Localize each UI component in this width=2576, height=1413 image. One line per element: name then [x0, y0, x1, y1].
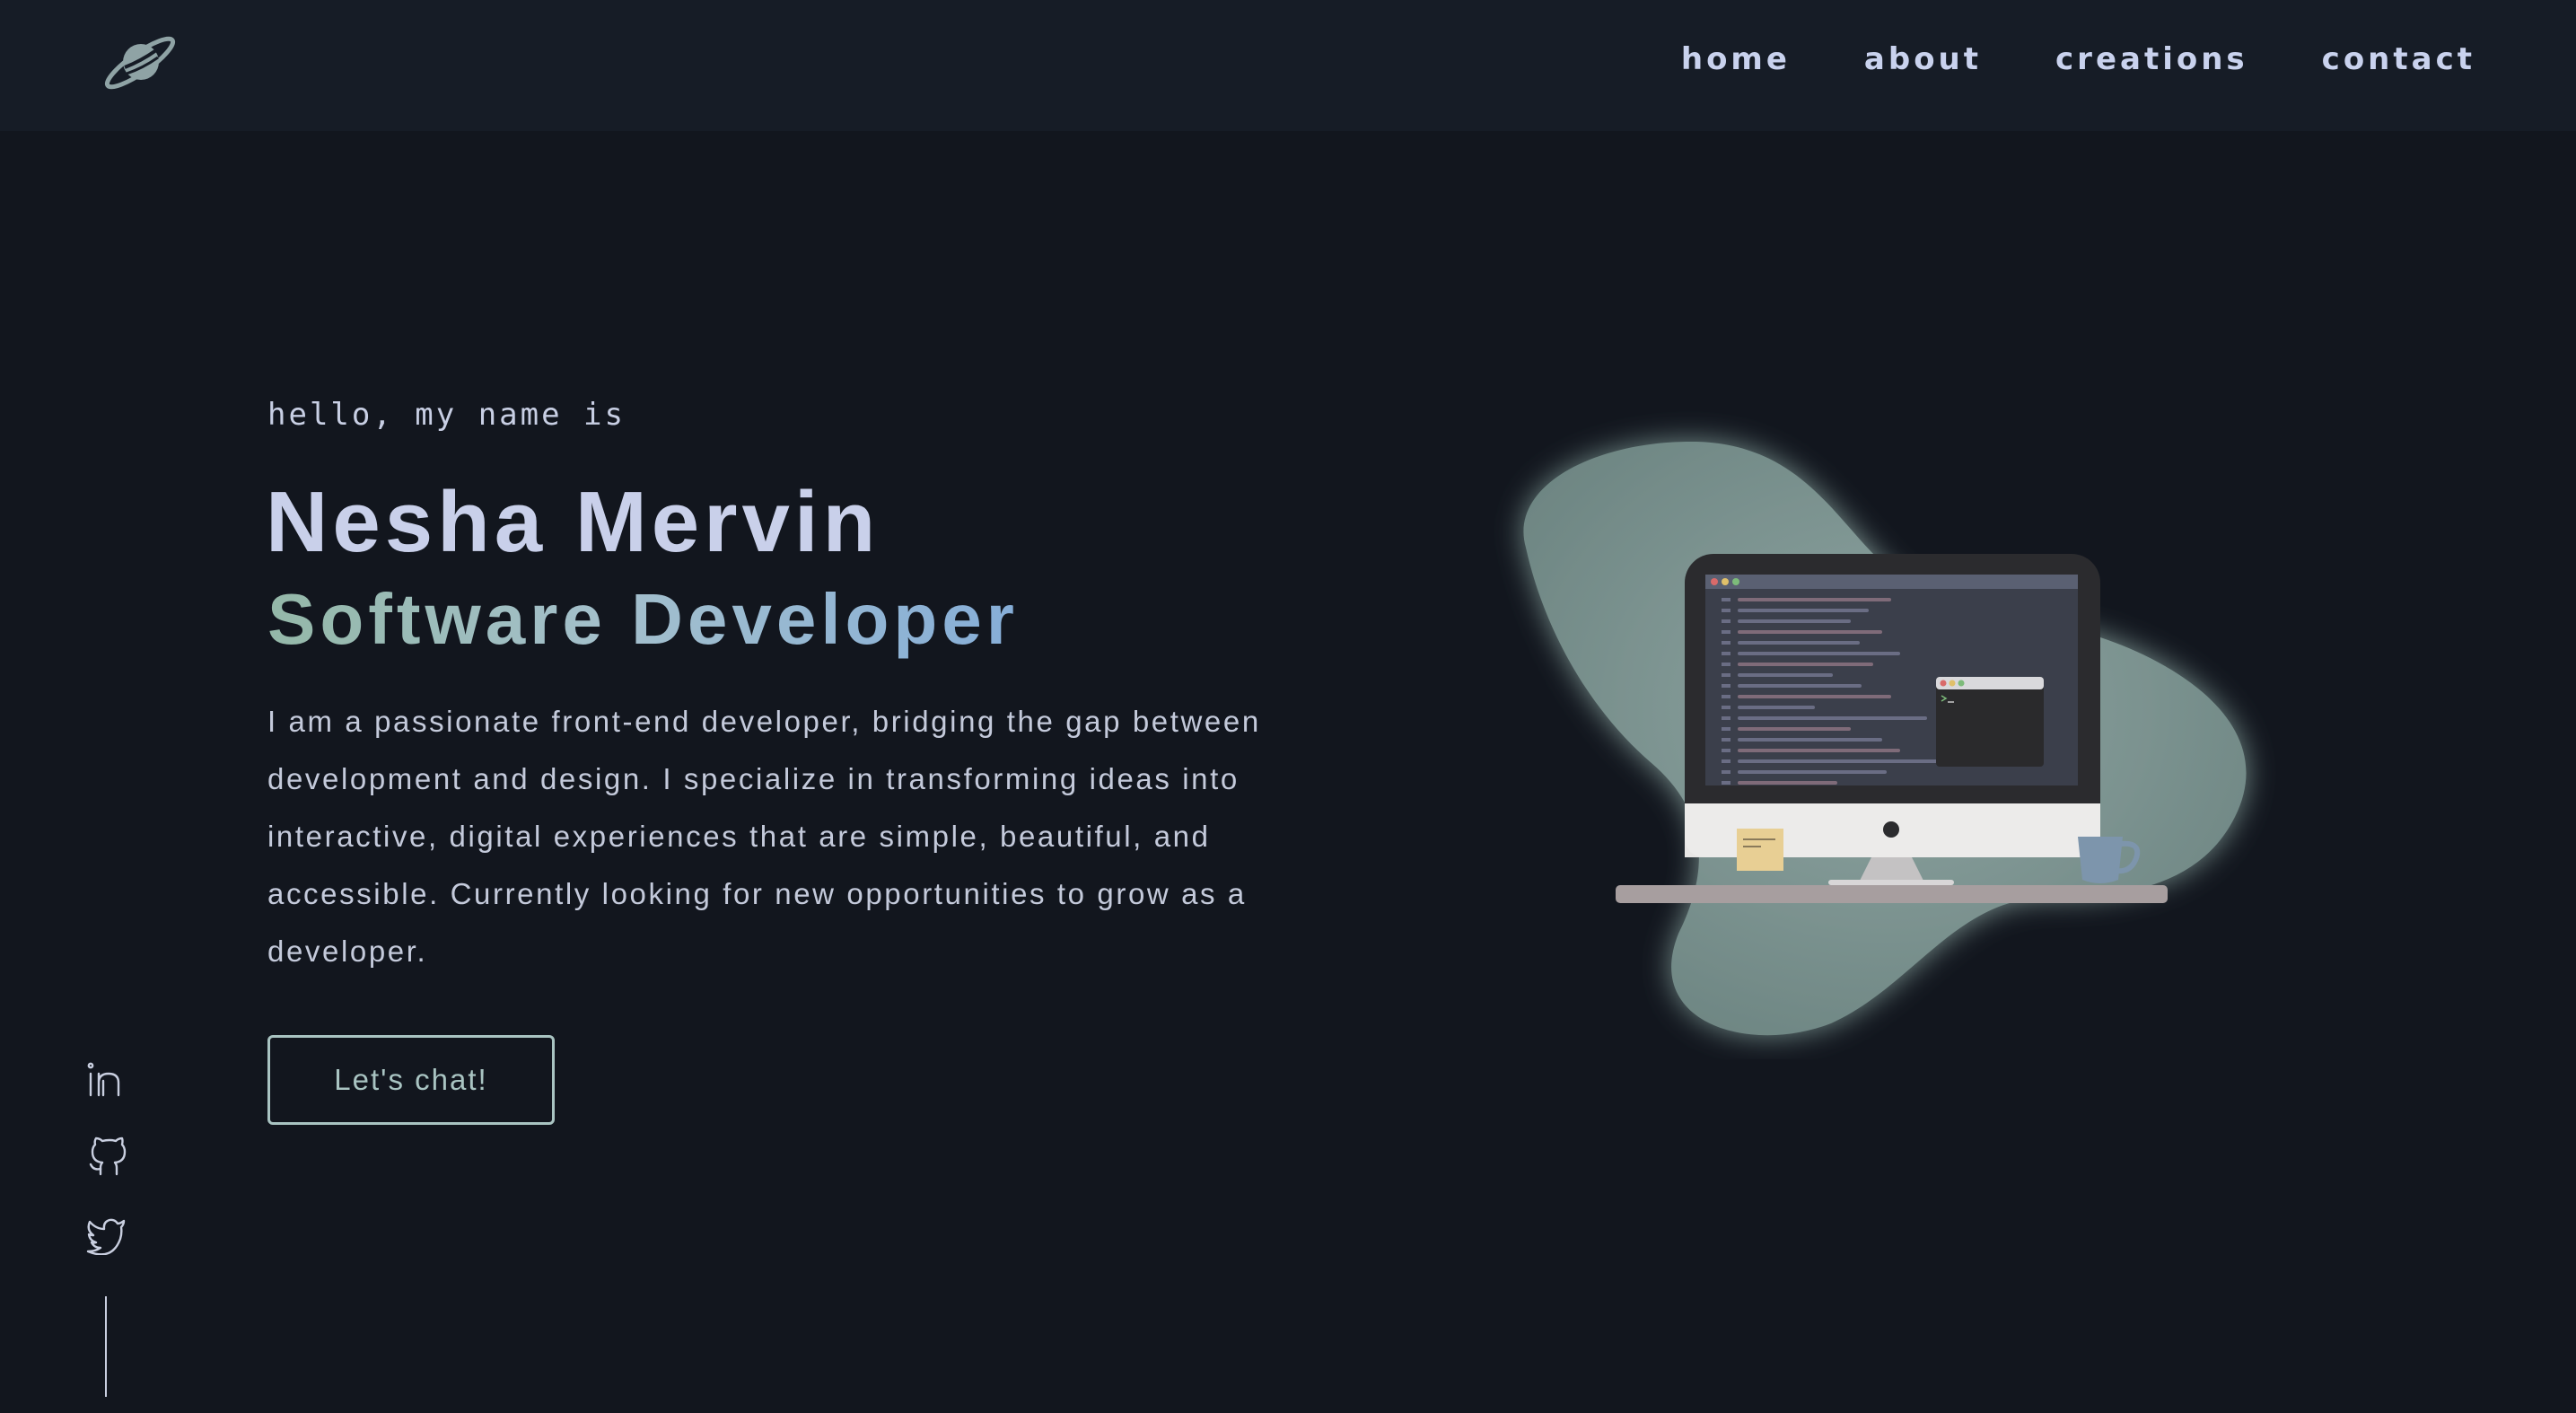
hero-bio: I am a passionate front-end developer, b…: [267, 705, 1261, 968]
social-divider-line: [105, 1296, 107, 1397]
lets-chat-button[interactable]: Let's chat!: [267, 1035, 555, 1125]
main-nav: home about creations contact: [1681, 0, 2475, 118]
hero-name: Nesha Mervin: [266, 474, 881, 570]
planet-logo-icon[interactable]: [101, 31, 181, 93]
github-icon[interactable]: [85, 1137, 127, 1178]
social-links: [84, 1059, 127, 1256]
nav-home[interactable]: home: [1681, 41, 1791, 77]
top-navigation-bar: home about creations contact: [0, 0, 2576, 131]
linkedin-icon[interactable]: [85, 1059, 127, 1101]
desktop-computer-illustration: [1490, 395, 2298, 1059]
nav-contact[interactable]: contact: [2322, 41, 2475, 77]
nav-about[interactable]: about: [1864, 41, 1982, 77]
hero-role: Software Developer: [267, 575, 1019, 664]
twitter-icon[interactable]: [85, 1214, 127, 1256]
nav-creations[interactable]: creations: [2055, 41, 2248, 77]
hero-greeting: hello, my name is: [267, 397, 626, 433]
